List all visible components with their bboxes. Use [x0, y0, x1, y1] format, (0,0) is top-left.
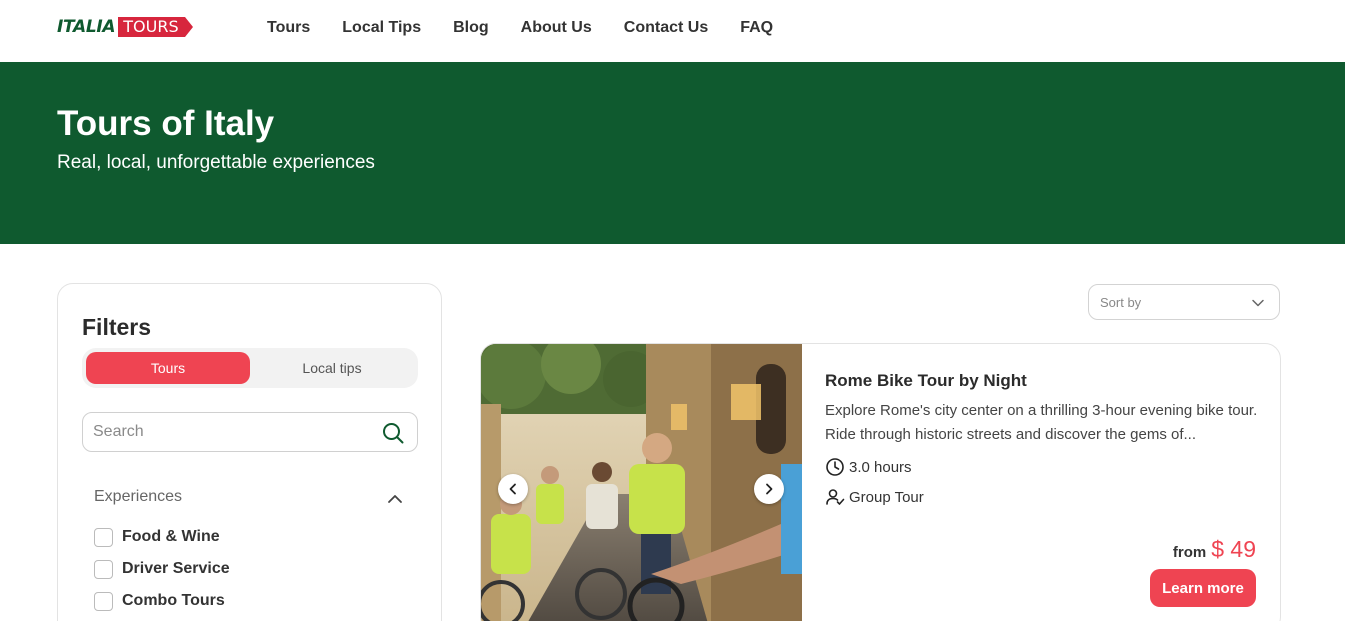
- sort-select[interactable]: Sort by: [1088, 284, 1280, 320]
- sort-placeholder: Sort by: [1100, 295, 1142, 310]
- search-input[interactable]: [93, 421, 373, 443]
- carousel-prev-button[interactable]: [498, 474, 528, 504]
- page-subtitle: Real, local, unforgettable experiences: [57, 152, 375, 173]
- search-icon[interactable]: [381, 421, 405, 445]
- checkbox[interactable]: [94, 559, 113, 579]
- experiences-label: Experiences: [94, 488, 183, 505]
- nav-faq[interactable]: FAQ: [740, 18, 773, 38]
- filters-panel: Filters Tours Local tips Experiences Foo…: [57, 283, 442, 621]
- chevron-up-icon[interactable]: [386, 490, 404, 508]
- nav-tours[interactable]: Tours: [267, 18, 310, 38]
- filter-option-food-wine[interactable]: Food & Wine: [94, 526, 220, 548]
- filter-option-driver-service[interactable]: Driver Service: [94, 558, 230, 580]
- nav-local-tips[interactable]: Local Tips: [342, 18, 421, 38]
- tour-title[interactable]: Rome Bike Tour by Night: [825, 371, 1027, 391]
- filter-option-label: Food & Wine: [122, 528, 220, 545]
- tour-type-text: Group Tour: [849, 488, 924, 506]
- main-nav: Tours Local Tips Blog About Us Contact U…: [267, 18, 805, 38]
- learn-more-button[interactable]: Learn more: [1150, 569, 1256, 607]
- clock-icon: [826, 458, 844, 476]
- logo[interactable]: ITALIA TOURS: [57, 17, 194, 37]
- tour-card: Rome Bike Tour by Night Explore Rome's c…: [480, 343, 1281, 621]
- toggle-tours[interactable]: Tours: [86, 352, 250, 384]
- carousel-next-button[interactable]: [754, 474, 784, 504]
- tour-duration-text: 3.0 hours: [849, 458, 912, 476]
- nav-contact-us[interactable]: Contact Us: [624, 18, 708, 38]
- tour-type: Group Tour: [825, 487, 924, 507]
- price-prefix: from: [1172, 544, 1207, 561]
- checkbox[interactable]: [94, 527, 113, 547]
- filters-title: Filters: [82, 314, 152, 340]
- page-title: Tours of Italy: [57, 104, 275, 143]
- toggle-local-tips[interactable]: Local tips: [250, 352, 414, 384]
- filter-option-combo-tours[interactable]: Combo Tours: [94, 590, 225, 612]
- nav-about-us[interactable]: About Us: [521, 18, 592, 38]
- hero-banner: Tours of Italy Real, local, unforgettabl…: [0, 62, 1345, 244]
- tour-description: Explore Rome's city center on a thrillin…: [825, 402, 1258, 443]
- tour-image: [481, 344, 802, 621]
- tour-duration: 3.0 hours: [825, 457, 912, 477]
- site-header: ITALIA TOURS Tours Local Tips Blog About…: [0, 0, 1345, 62]
- filter-option-label: Combo Tours: [122, 592, 225, 609]
- tour-price: from $ 49: [1173, 536, 1256, 563]
- nav-blog[interactable]: Blog: [453, 18, 489, 38]
- chevron-down-icon: [1252, 299, 1264, 307]
- tour-photo: [481, 344, 802, 621]
- filter-option-label: Driver Service: [122, 560, 230, 577]
- user-icon: [826, 489, 845, 505]
- logo-tours: TOURS: [118, 17, 194, 37]
- price-value: $ 49: [1211, 536, 1256, 562]
- experiences-section-header[interactable]: Experiences: [94, 488, 404, 510]
- chevron-left-icon: [509, 483, 516, 495]
- chevron-right-icon: [766, 483, 773, 495]
- content-type-toggle: Tours Local tips: [82, 348, 418, 388]
- checkbox[interactable]: [94, 591, 113, 611]
- logo-italia: ITALIA: [57, 17, 116, 37]
- search-box: [82, 412, 418, 452]
